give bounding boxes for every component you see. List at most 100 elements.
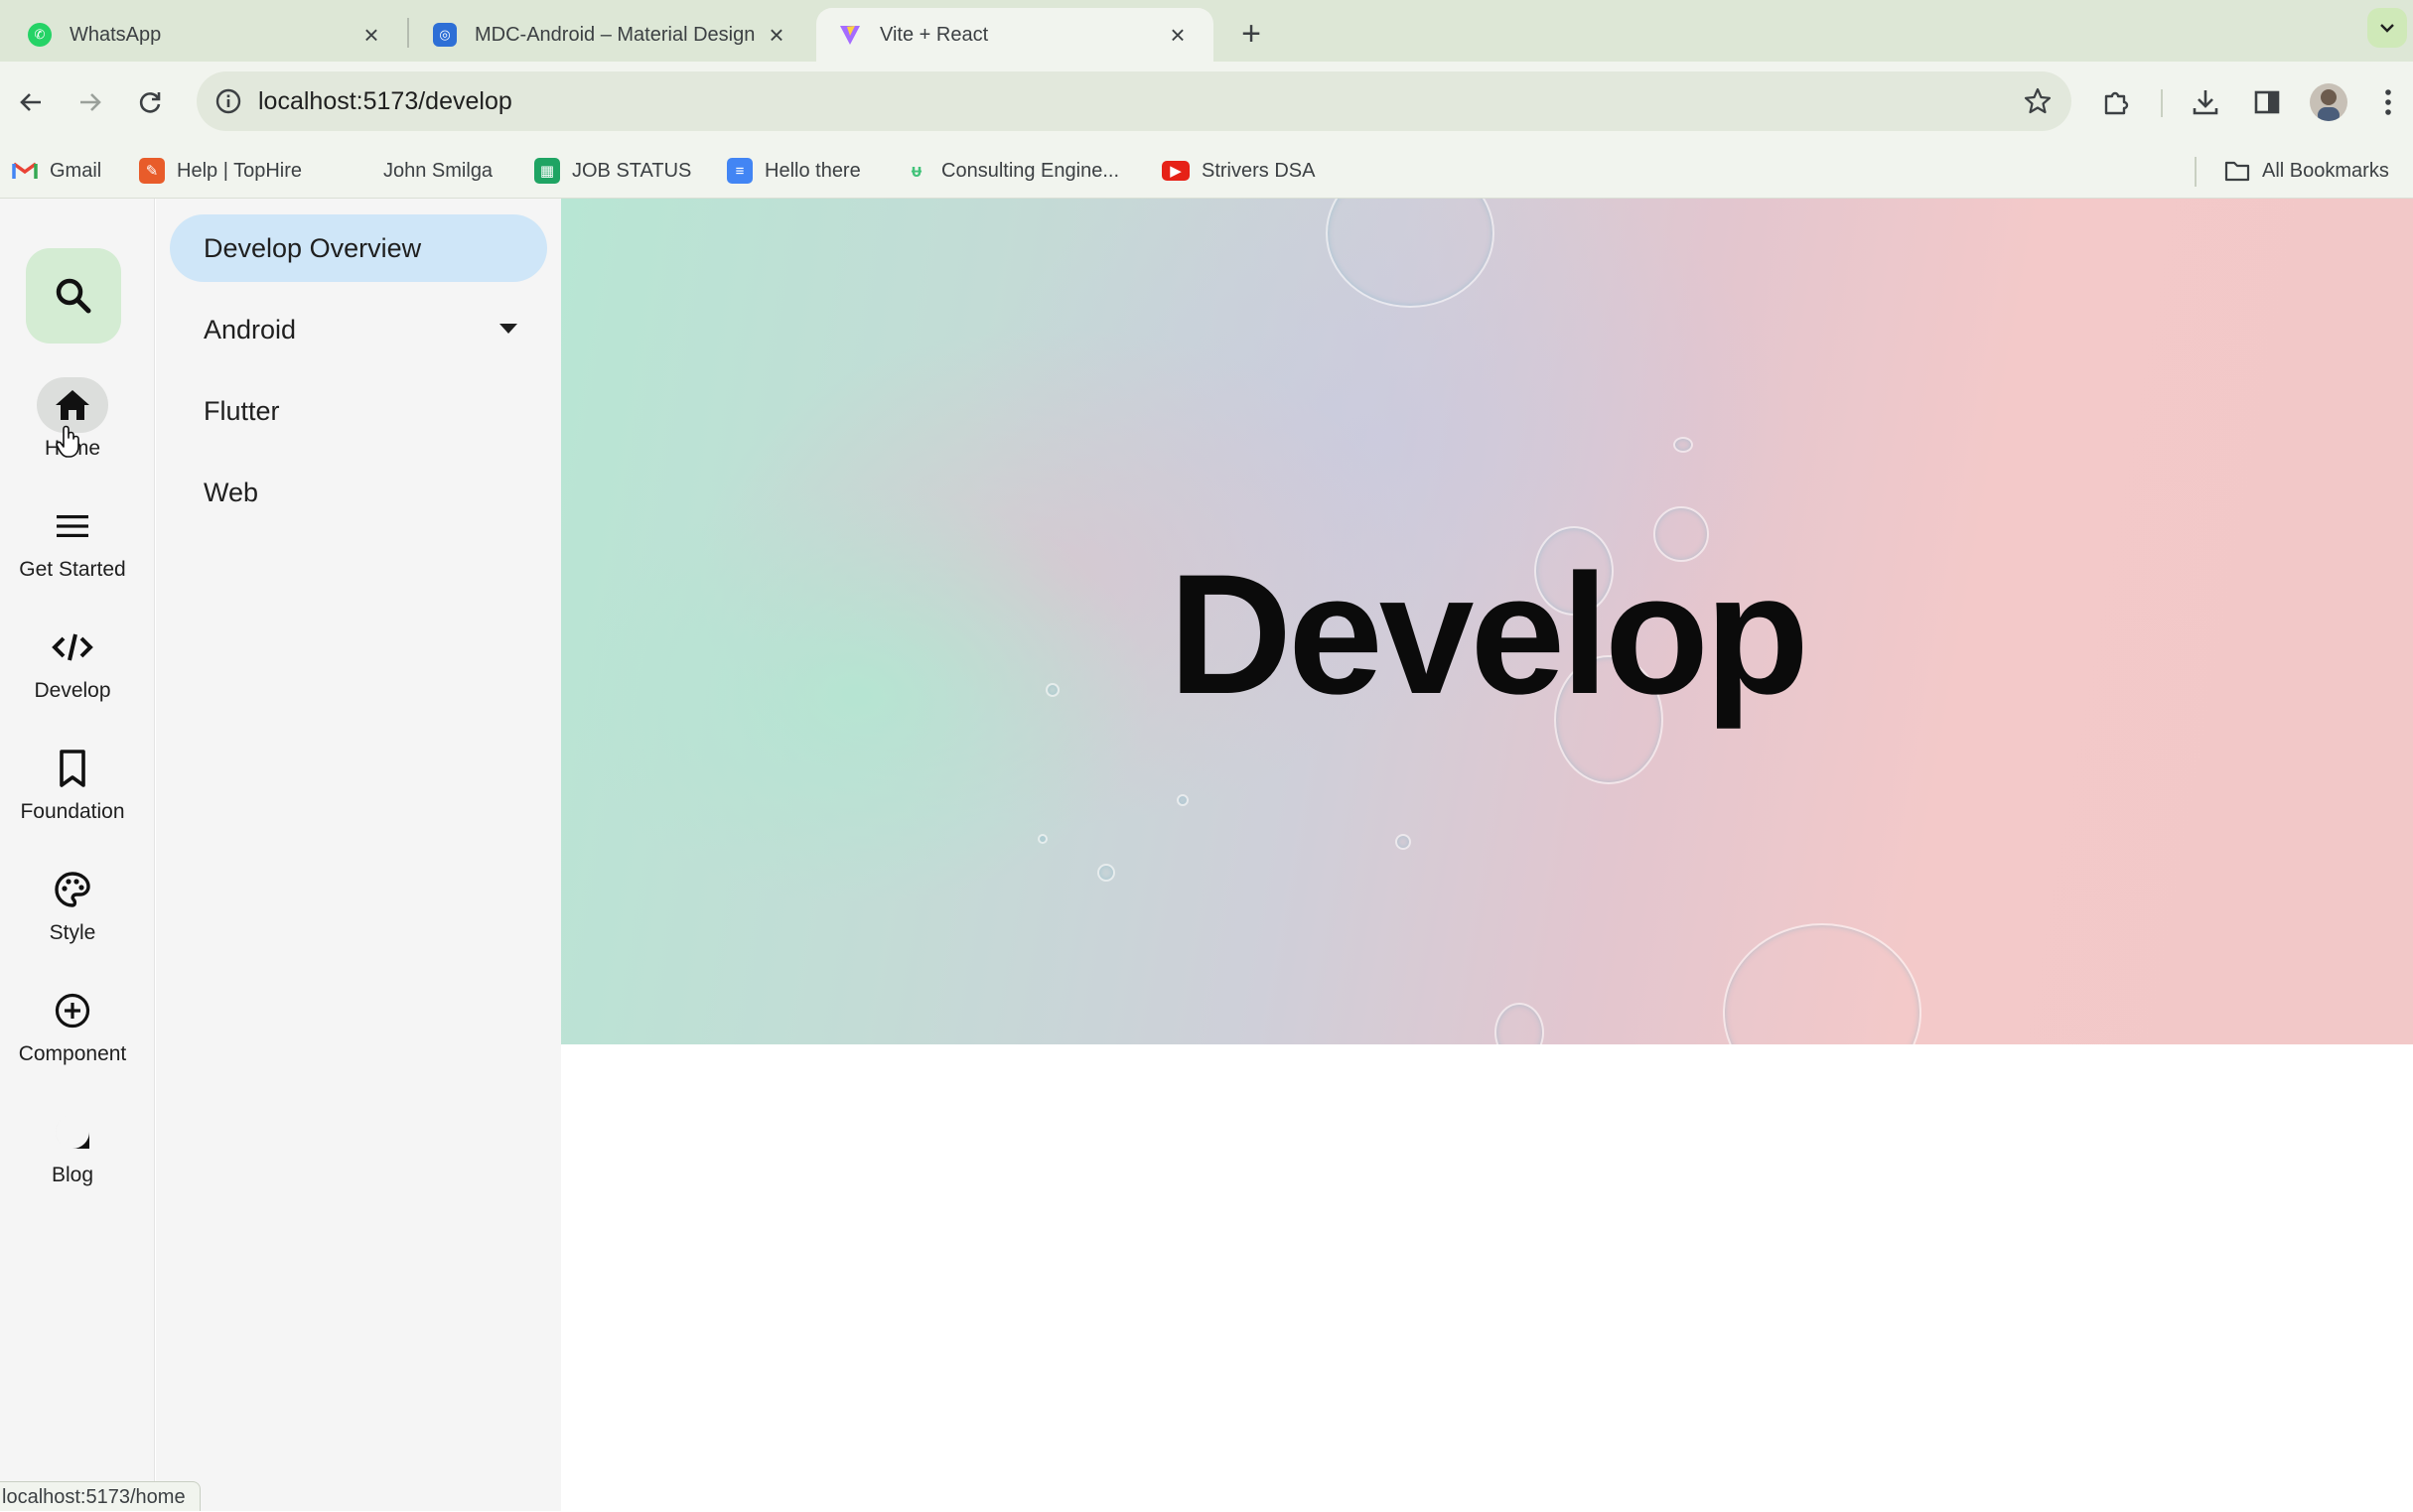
drawer-item-label: Develop Overview xyxy=(204,232,422,263)
rail-item-develop[interactable]: Develop xyxy=(0,619,145,719)
toolbar-divider xyxy=(2161,89,2163,117)
tab-vite-react[interactable]: Vite + React × xyxy=(816,8,1213,62)
browser-toolbar: localhost:5173/develop xyxy=(0,62,2413,143)
profile-icon xyxy=(2318,89,2340,121)
hero-banner: Develop xyxy=(561,199,2413,1044)
add-circle-icon xyxy=(37,983,108,1038)
new-tab-button[interactable]: + xyxy=(1227,12,1275,56)
rail-label: Develop xyxy=(34,679,111,702)
bookmark-label: Hello there xyxy=(765,159,861,182)
rail-label: Get Started xyxy=(19,558,126,581)
bookmark-label: Gmail xyxy=(50,159,102,182)
star-chat-icon xyxy=(37,1104,108,1160)
bookmarks-bar: Gmail ✎ Help | TopHire John Smilga ▦ JOB… xyxy=(0,143,2413,199)
close-icon[interactable]: × xyxy=(357,20,385,50)
arrow-left-icon xyxy=(20,93,41,111)
avatar[interactable] xyxy=(2310,83,2347,121)
more-vertical-icon xyxy=(2385,89,2391,115)
navigation-drawer: Develop Overview Android Flutter Web xyxy=(156,199,561,1511)
code-icon xyxy=(37,619,108,675)
side-panel-button[interactable] xyxy=(2248,83,2286,121)
bubble-decoration xyxy=(1494,1003,1544,1044)
forward-button[interactable] xyxy=(68,79,113,125)
reload-icon xyxy=(139,92,161,113)
rail-label: Blog xyxy=(51,1164,94,1186)
bookmark-label: Help | TopHire xyxy=(177,159,302,182)
rail-item-component[interactable]: Component xyxy=(0,983,145,1082)
bookmark-icon xyxy=(37,741,108,796)
drawer-item-label: Web xyxy=(204,477,259,507)
consulting-icon: ᵾ xyxy=(911,160,923,181)
download-icon xyxy=(2193,90,2218,115)
drawer-item-flutter[interactable]: Flutter xyxy=(170,377,547,445)
dropdown-arrow-icon[interactable] xyxy=(499,324,517,334)
tab-mdc-android[interactable]: ◎ MDC-Android – Material Design × xyxy=(411,8,812,62)
bookmark-tophire[interactable]: ✎ Help | TopHire xyxy=(139,157,302,185)
reload-button[interactable] xyxy=(127,79,173,125)
bookmark-strivers-dsa[interactable]: ▶ Strivers DSA xyxy=(1162,157,1315,185)
address-bar[interactable]: localhost:5173/develop xyxy=(197,71,2071,131)
bookmark-label: Strivers DSA xyxy=(1202,159,1316,182)
star-icon[interactable] xyxy=(2022,85,2054,117)
tab-search-button[interactable] xyxy=(2367,8,2407,48)
rail-label: Style xyxy=(49,921,96,944)
url-text[interactable]: localhost:5173/develop xyxy=(258,87,512,116)
rail-item-style[interactable]: Style xyxy=(0,862,145,961)
bookmark-hello-there[interactable]: ≡ Hello there xyxy=(727,157,861,185)
bookmark-job-status[interactable]: ▦ JOB STATUS xyxy=(534,157,691,185)
arrow-right-icon xyxy=(80,93,101,111)
bubble-decoration xyxy=(1177,794,1189,806)
downloads-button[interactable] xyxy=(2187,83,2224,121)
tab-separator xyxy=(407,18,409,48)
search-icon xyxy=(56,278,91,314)
bookmark-john-smilga[interactable]: John Smilga xyxy=(346,157,493,185)
page-icon xyxy=(346,158,371,184)
drawer-item-develop-overview[interactable]: Develop Overview xyxy=(170,214,547,282)
chevron-down-icon xyxy=(2380,24,2394,33)
bookmarks-divider xyxy=(2195,157,2197,187)
drawer-item-android[interactable]: Android xyxy=(170,296,547,363)
bookmark-label: Consulting Engine... xyxy=(941,159,1120,182)
bubble-decoration xyxy=(1038,834,1048,844)
sheets-icon: ▦ xyxy=(534,158,560,184)
back-button[interactable] xyxy=(8,79,54,125)
tab-strip: ✆ WhatsApp × ◎ MDC-Android – Material De… xyxy=(0,0,2413,62)
bookmark-consulting[interactable]: ᵾ Consulting Engine... xyxy=(904,157,1119,185)
bubble-decoration xyxy=(1097,864,1115,882)
rail-item-foundation[interactable]: Foundation xyxy=(0,741,145,840)
extensions-button[interactable] xyxy=(2097,83,2135,121)
bubble-decoration xyxy=(1723,923,1921,1044)
bookmark-gmail[interactable]: Gmail xyxy=(12,157,101,185)
folder-icon xyxy=(2224,158,2250,184)
drawer-item-web[interactable]: Web xyxy=(170,459,547,526)
bubble-decoration xyxy=(1326,199,1494,308)
docs-icon: ≡ xyxy=(727,158,753,184)
gmail-icon xyxy=(12,158,38,184)
site-info-icon[interactable] xyxy=(213,85,244,117)
puzzle-icon xyxy=(2104,91,2129,115)
rail-label: Component xyxy=(18,1042,127,1065)
close-icon[interactable]: × xyxy=(763,20,790,50)
bubble-decoration xyxy=(1673,437,1693,453)
tophire-icon: ✎ xyxy=(139,158,165,184)
drawer-item-label: Flutter xyxy=(204,395,280,426)
link-status-bubble: localhost:5173/home xyxy=(0,1481,201,1511)
all-bookmarks[interactable]: All Bookmarks xyxy=(2224,157,2389,185)
tab-title: MDC-Android – Material Design xyxy=(475,23,756,46)
bubble-decoration xyxy=(1395,834,1411,850)
rail-item-blog[interactable]: Blog xyxy=(0,1104,145,1203)
browser-menu-button[interactable] xyxy=(2369,83,2407,121)
rail-label: Foundation xyxy=(20,800,125,823)
search-button[interactable] xyxy=(26,248,121,344)
side-panel-icon xyxy=(2254,90,2280,114)
drawer-item-label: Android xyxy=(204,314,297,344)
hand-cursor-icon xyxy=(56,425,79,458)
tab-whatsapp[interactable]: ✆ WhatsApp × xyxy=(6,8,407,62)
vite-icon xyxy=(838,23,862,47)
content-area xyxy=(561,1044,2413,1511)
rail-item-get-started[interactable]: Get Started xyxy=(0,498,145,598)
palette-icon xyxy=(37,862,108,917)
tab-title: Vite + React xyxy=(880,23,989,46)
youtube-icon: ▶ xyxy=(1162,161,1190,181)
close-icon[interactable]: × xyxy=(1164,20,1192,50)
